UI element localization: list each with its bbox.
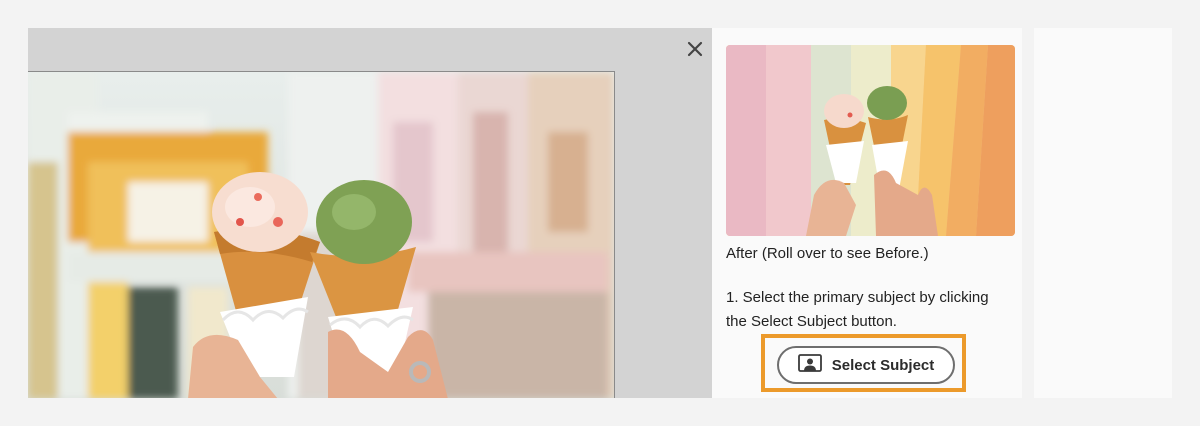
- right-panel: [1034, 28, 1172, 398]
- close-icon: [687, 41, 703, 62]
- step-instruction: 1. Select the primary subject by clickin…: [726, 289, 989, 330]
- select-subject-button[interactable]: Select Subject: [777, 346, 955, 384]
- canvas-area: [28, 28, 712, 398]
- app-window: After (Roll over to see Before.) 1. Sele…: [0, 0, 1200, 426]
- tutorial-panel: After (Roll over to see Before.) 1. Sele…: [712, 28, 1022, 398]
- after-thumbnail[interactable]: [726, 45, 1015, 236]
- before-photo: [28, 71, 615, 398]
- thumbnail-caption: After (Roll over to see Before.): [726, 245, 929, 262]
- person-frame-icon: [797, 353, 822, 377]
- select-subject-label: Select Subject: [831, 356, 935, 374]
- close-button[interactable]: [682, 38, 708, 64]
